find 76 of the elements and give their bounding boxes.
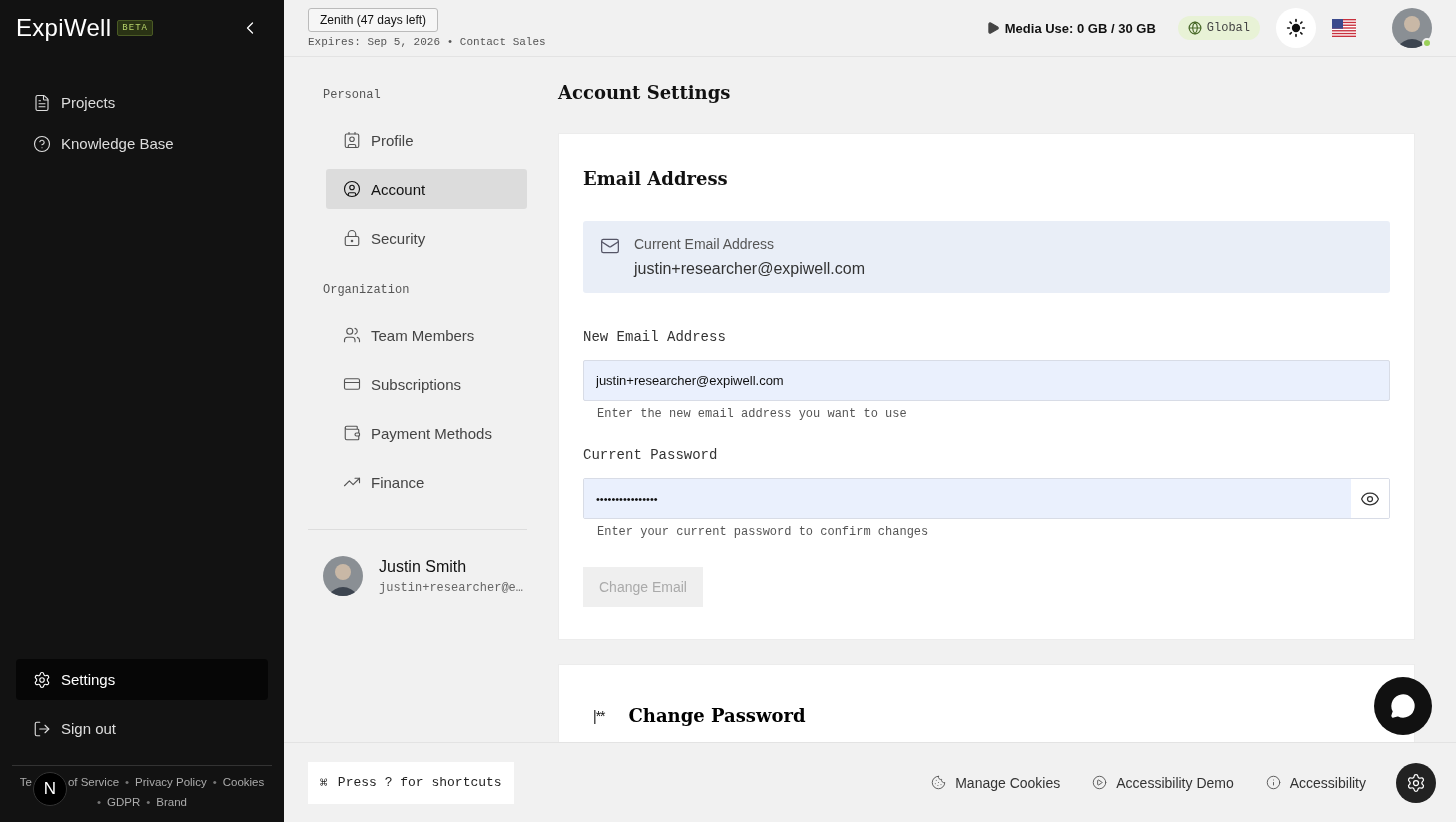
contact-sales-link[interactable]: Contact Sales xyxy=(459,36,546,48)
theme-toggle[interactable] xyxy=(1276,8,1316,48)
field-hint: Enter your current password to confirm changes xyxy=(597,525,930,539)
play-circle-icon xyxy=(1092,775,1108,790)
separator-dot: • xyxy=(212,776,217,788)
page-title: Account Settings xyxy=(558,82,732,103)
settings-button[interactable] xyxy=(1396,762,1436,803)
footer-link[interactable]: Accessibility xyxy=(1265,774,1366,791)
settings-nav-item[interactable]: Profile xyxy=(326,120,527,160)
settings-nav-item[interactable]: Account xyxy=(326,169,527,209)
sign-out-icon xyxy=(33,719,51,738)
nav-item[interactable]: Knowledge Base xyxy=(16,123,268,164)
chat-button[interactable] xyxy=(1374,677,1432,735)
section-heading: Organization xyxy=(322,283,411,297)
settings-nav-item[interactable]: Team Members xyxy=(326,315,527,355)
user-email: justin+researcher@e… xyxy=(379,580,524,595)
card-title: Change Password xyxy=(628,705,806,726)
footer-link[interactable]: Brand xyxy=(156,796,187,808)
avatar xyxy=(1392,8,1432,48)
plan-button[interactable]: Zenith (47 days left) xyxy=(308,8,439,32)
wallet-icon xyxy=(343,424,361,442)
command-key: ⌘ xyxy=(320,774,328,791)
nav-item[interactable]: Settings xyxy=(16,659,268,700)
beta-badge: BETA xyxy=(117,20,153,36)
current-email-label: Current Email Address xyxy=(634,236,776,252)
separator-dot: • xyxy=(125,776,130,788)
media-usage: Media Use: 0 GB / 30 GB xyxy=(1004,20,1156,36)
user-avatar[interactable] xyxy=(1392,8,1432,48)
user-circle-icon xyxy=(343,180,361,198)
separator-dot: • xyxy=(97,796,102,808)
card-title: Email Address xyxy=(583,168,729,189)
cookie-icon xyxy=(931,775,947,790)
mail-icon xyxy=(600,236,620,256)
settings-icon xyxy=(33,670,51,689)
settings-icon xyxy=(1406,772,1426,793)
chat-icon xyxy=(1390,693,1416,719)
globe-icon xyxy=(1187,21,1202,35)
field-label: New Email Address xyxy=(583,329,727,345)
expiry-text: Expires: Sep 5, 2026 • Contact Sales xyxy=(308,36,546,48)
footer-link[interactable]: Privacy Policy xyxy=(135,776,207,788)
footer-link[interactable]: GDPR xyxy=(107,796,141,808)
nav-item[interactable]: Projects xyxy=(16,82,268,123)
dev-tools-badge[interactable]: N xyxy=(32,772,67,806)
settings-nav-item[interactable]: Finance xyxy=(326,462,527,502)
people-icon xyxy=(343,326,361,344)
settings-nav-item[interactable]: Security xyxy=(326,218,527,258)
footer-link[interactable]: Manage Cookies xyxy=(931,774,1061,791)
section-heading: Personal xyxy=(322,88,382,102)
field-hint: Enter the new email address you want to use xyxy=(597,407,908,421)
settings-nav-item[interactable]: Subscriptions xyxy=(326,364,527,404)
help-icon xyxy=(33,134,51,153)
settings-nav-item[interactable]: Payment Methods xyxy=(326,413,527,453)
brightness-icon xyxy=(1286,18,1306,38)
region-badge[interactable]: Global xyxy=(1177,16,1260,40)
footer-link[interactable]: Te xyxy=(19,776,32,788)
current-email-value: justin+researcher@expiwell.com xyxy=(634,260,865,278)
footer-link[interactable]: Accessibility Demo xyxy=(1092,774,1234,791)
info-icon xyxy=(1265,775,1281,790)
user-name: Justin Smith xyxy=(379,557,468,576)
avatar xyxy=(323,556,363,596)
footer-link[interactable]: of Service xyxy=(67,776,120,788)
flag-icon[interactable] xyxy=(1332,19,1356,37)
logo: ExpiWell xyxy=(16,14,112,42)
play-icon xyxy=(985,21,1000,35)
document-icon xyxy=(33,93,51,112)
footer-link[interactable]: Cookies xyxy=(222,776,265,788)
lock-icon xyxy=(343,229,361,247)
password-field[interactable]: •••••••••••••••• xyxy=(583,478,1390,519)
email-input[interactable]: justin+researcher@expiwell.com xyxy=(583,360,1390,401)
field-label: Current Password xyxy=(583,447,719,463)
nav-item[interactable]: Sign out xyxy=(16,708,268,749)
shortcut-text: Press ? for shortcuts xyxy=(337,774,502,791)
credit-card-icon xyxy=(343,375,361,393)
password-icon: |** xyxy=(593,707,605,724)
profile-card-icon xyxy=(343,131,361,149)
separator-dot: • xyxy=(146,796,151,808)
